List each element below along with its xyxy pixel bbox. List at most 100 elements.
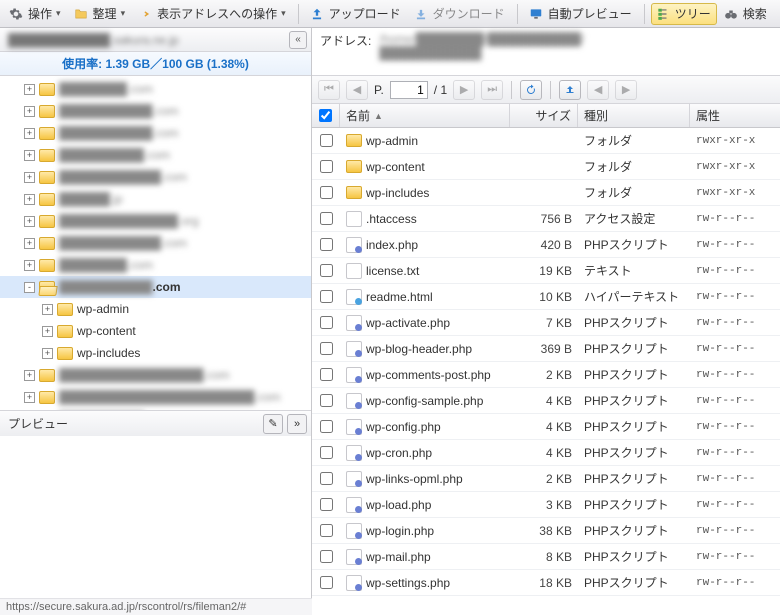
tree-node[interactable]: +██████████████.org <box>0 210 311 232</box>
edit-icon[interactable]: ✎ <box>263 414 283 434</box>
row-checkbox[interactable] <box>320 212 333 225</box>
tree-node[interactable]: +████████.com <box>0 254 311 276</box>
expand-icon[interactable]: + <box>24 216 35 227</box>
preview-title: プレビュー <box>8 415 68 432</box>
toolbar-address-ops[interactable]: 表示アドレスへの操作 ▾ <box>133 3 292 25</box>
row-checkbox[interactable] <box>320 550 333 563</box>
toolbar-download[interactable]: ダウンロード <box>409 3 511 25</box>
expand-right-icon[interactable]: » <box>287 414 307 434</box>
select-all-checkbox[interactable] <box>312 104 340 127</box>
back-icon[interactable]: ◀ <box>587 80 609 100</box>
tree-node[interactable]: +████████████.com <box>0 232 311 254</box>
row-checkbox[interactable] <box>320 446 333 459</box>
page-input[interactable] <box>390 81 428 99</box>
collapse-icon[interactable]: - <box>24 282 35 293</box>
label: 表示アドレスへの操作 <box>157 5 277 22</box>
expand-icon[interactable]: + <box>24 392 35 403</box>
row-checkbox[interactable] <box>320 316 333 329</box>
tree-node[interactable]: +████████████.com <box>0 166 311 188</box>
tree-node[interactable]: +███████████████████████.com <box>0 386 311 408</box>
table-row[interactable]: license.txt19 KBテキストrw-r--r-- <box>312 258 780 284</box>
table-row[interactable]: wp-login.php38 KBPHPスクリプトrw-r--r-- <box>312 518 780 544</box>
row-checkbox[interactable] <box>320 290 333 303</box>
expand-icon[interactable]: + <box>42 348 53 359</box>
column-kind[interactable]: 種別 <box>578 104 690 127</box>
row-checkbox[interactable] <box>320 472 333 485</box>
column-name[interactable]: 名前▲ <box>340 104 510 127</box>
toolbar-organize[interactable]: 整理 ▾ <box>69 3 132 25</box>
table-row[interactable]: wp-contentフォルダrwxr-xr-x <box>312 154 780 180</box>
table-row[interactable]: .htaccess756 Bアクセス設定rw-r--r-- <box>312 206 780 232</box>
row-checkbox[interactable] <box>320 576 333 589</box>
tree-node[interactable]: +wp-content <box>0 320 311 342</box>
table-row[interactable]: wp-mail.php8 KBPHPスクリプトrw-r--r-- <box>312 544 780 570</box>
tree-node[interactable]: +██████.jp <box>0 188 311 210</box>
file-table-body[interactable]: wp-adminフォルダrwxr-xr-xwp-contentフォルダrwxr-… <box>312 128 780 598</box>
last-page-icon[interactable]: ⏭ <box>481 80 503 100</box>
expand-icon[interactable]: + <box>24 84 35 95</box>
forward-icon[interactable]: ▶ <box>615 80 637 100</box>
main-layout: ████████████.sakura.ne.jp « 使用率: 1.39 GB… <box>0 28 780 598</box>
tree-node[interactable]: +████████.com <box>0 78 311 100</box>
row-checkbox[interactable] <box>320 524 333 537</box>
table-row[interactable]: wp-cron.php4 KBPHPスクリプトrw-r--r-- <box>312 440 780 466</box>
tree-node[interactable]: -███████████.com <box>0 276 311 298</box>
row-checkbox[interactable] <box>320 186 333 199</box>
file-name: wp-settings.php <box>366 576 450 590</box>
expand-icon[interactable]: + <box>24 370 35 381</box>
table-row[interactable]: readme.html10 KBハイパーテキストrw-r--r-- <box>312 284 780 310</box>
expand-icon[interactable]: + <box>24 194 35 205</box>
expand-icon[interactable]: + <box>24 150 35 161</box>
refresh-icon[interactable] <box>520 80 542 100</box>
column-size[interactable]: サイズ <box>510 104 578 127</box>
table-row[interactable]: wp-signup.php30 KBPHPスクリプトrw-r--r-- <box>312 596 780 598</box>
directory-tree[interactable]: +████████.com+███████████.com+██████████… <box>0 76 311 410</box>
row-checkbox[interactable] <box>320 264 333 277</box>
row-checkbox[interactable] <box>320 342 333 355</box>
table-row[interactable]: wp-config-sample.php4 KBPHPスクリプトrw-r--r-… <box>312 388 780 414</box>
row-checkbox[interactable] <box>320 498 333 511</box>
table-row[interactable]: wp-blog-header.php369 BPHPスクリプトrw-r--r-- <box>312 336 780 362</box>
table-row[interactable]: wp-activate.php7 KBPHPスクリプトrw-r--r-- <box>312 310 780 336</box>
prev-page-icon[interactable]: ◀ <box>346 80 368 100</box>
expand-icon[interactable]: + <box>42 304 53 315</box>
expand-icon[interactable]: + <box>24 172 35 183</box>
toolbar-tree[interactable]: ツリー <box>651 3 717 25</box>
expand-icon[interactable]: + <box>24 106 35 117</box>
expand-icon[interactable]: + <box>42 326 53 337</box>
row-checkbox[interactable] <box>320 394 333 407</box>
table-row[interactable]: index.php420 BPHPスクリプトrw-r--r-- <box>312 232 780 258</box>
tree-label: ██████████.com <box>59 148 170 162</box>
table-row[interactable]: wp-config.php4 KBPHPスクリプトrw-r--r-- <box>312 414 780 440</box>
row-checkbox[interactable] <box>320 420 333 433</box>
tree-node[interactable]: +███████████.com <box>0 122 311 144</box>
table-row[interactable]: wp-load.php3 KBPHPスクリプトrw-r--r-- <box>312 492 780 518</box>
expand-icon[interactable]: + <box>24 238 35 249</box>
first-page-icon[interactable]: ⏮ <box>318 80 340 100</box>
expand-icon[interactable]: + <box>24 260 35 271</box>
table-row[interactable]: wp-adminフォルダrwxr-xr-x <box>312 128 780 154</box>
table-row[interactable]: wp-links-opml.php2 KBPHPスクリプトrw-r--r-- <box>312 466 780 492</box>
file-name: .htaccess <box>366 212 417 226</box>
tree-node[interactable]: +█████████████████.com <box>0 364 311 386</box>
row-checkbox[interactable] <box>320 134 333 147</box>
expand-icon[interactable]: + <box>24 128 35 139</box>
toolbar-upload[interactable]: アップロード <box>305 3 407 25</box>
row-checkbox[interactable] <box>320 160 333 173</box>
table-row[interactable]: wp-settings.php18 KBPHPスクリプトrw-r--r-- <box>312 570 780 596</box>
next-page-icon[interactable]: ▶ <box>453 80 475 100</box>
column-attr[interactable]: 属性 <box>690 104 780 127</box>
table-row[interactable]: wp-includesフォルダrwxr-xr-x <box>312 180 780 206</box>
tree-node[interactable]: +wp-admin <box>0 298 311 320</box>
tree-node[interactable]: + ██████████.com <box>0 144 311 166</box>
toolbar-search[interactable]: 検索 <box>719 3 773 25</box>
tree-node[interactable]: +███████████.com <box>0 100 311 122</box>
table-row[interactable]: wp-comments-post.php2 KBPHPスクリプトrw-r--r-… <box>312 362 780 388</box>
toolbar-auto-preview[interactable]: 自動プレビュー <box>524 3 638 25</box>
collapse-left-icon[interactable]: « <box>289 31 307 49</box>
toolbar-operate[interactable]: 操作 ▾ <box>4 3 67 25</box>
up-folder-icon[interactable] <box>559 80 581 100</box>
row-checkbox[interactable] <box>320 368 333 381</box>
row-checkbox[interactable] <box>320 238 333 251</box>
tree-node[interactable]: +wp-includes <box>0 342 311 364</box>
